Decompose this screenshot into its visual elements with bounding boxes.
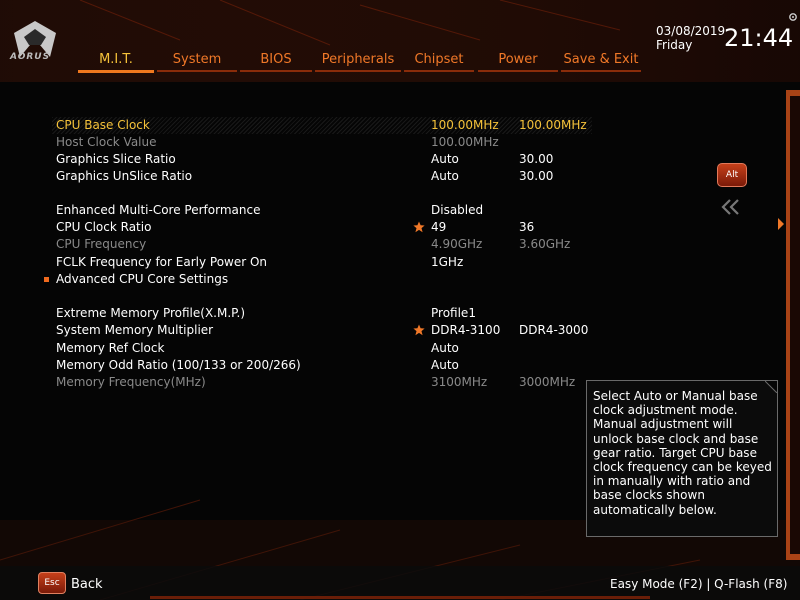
- setting-label: Memory Ref Clock: [56, 341, 165, 355]
- tab-bios[interactable]: BIOS: [240, 50, 312, 72]
- setting-label: System Memory Multiplier: [56, 323, 214, 337]
- setting-label: Graphics Slice Ratio: [56, 152, 176, 166]
- back-label[interactable]: Back: [71, 577, 103, 592]
- scrollbar[interactable]: [778, 90, 784, 560]
- setting-graphics-unslice-ratio[interactable]: Graphics UnSlice Ratio Auto 30.00: [52, 168, 592, 185]
- setting-label: Memory Frequency(MHz): [56, 375, 206, 389]
- alt-button[interactable]: Alt: [717, 163, 747, 187]
- setting-value: 100.00MHz: [431, 135, 499, 149]
- setting-memory-frequency: Memory Frequency(MHz) 3100MHz 3000MHz: [52, 374, 592, 391]
- submenu-advanced-cpu-core-settings[interactable]: Advanced CPU Core Settings: [44, 271, 592, 288]
- setting-value[interactable]: Auto: [431, 340, 459, 357]
- tab-chipset[interactable]: Chipset: [404, 50, 474, 72]
- tab-save-exit[interactable]: Save & Exit: [561, 50, 641, 72]
- setting-label: Enhanced Multi-Core Performance: [56, 203, 261, 217]
- submenu-bullet-icon: [44, 277, 49, 282]
- setting-label: CPU Frequency: [56, 237, 147, 251]
- setting-label: Memory Odd Ratio (100/133 or 200/266): [56, 358, 301, 372]
- setting-value: 4.90GHz: [431, 237, 483, 251]
- clock-display: 21:44: [724, 24, 794, 52]
- setting-host-clock-value: Host Clock Value 100.00MHz: [52, 134, 592, 151]
- setting-current-value: 36: [519, 220, 535, 234]
- setting-cpu-base-clock[interactable]: CPU Base Clock 100.00MHz 100.00MHz: [52, 117, 592, 134]
- setting-current-value: 30.00: [519, 152, 554, 166]
- date-display: 03/08/2019: [656, 24, 726, 38]
- setting-enhanced-multi-core[interactable]: Enhanced Multi-Core Performance Disabled: [52, 202, 592, 219]
- day-display: Friday: [656, 38, 693, 52]
- tab-label: M.I.T.: [99, 52, 133, 67]
- setting-cpu-clock-ratio[interactable]: CPU Clock Ratio 49 36: [52, 219, 592, 236]
- setting-value[interactable]: 100.00MHz: [431, 117, 499, 134]
- setting-label: Advanced CPU Core Settings: [56, 272, 229, 286]
- tab-power[interactable]: Power: [478, 50, 558, 72]
- tab-underline: [315, 70, 401, 72]
- tab-underline: [240, 70, 312, 72]
- tab-underline: [478, 70, 558, 72]
- gear-icon[interactable]: [788, 12, 798, 22]
- tab-label: Save & Exit: [563, 52, 639, 67]
- setting-label: Graphics UnSlice Ratio: [56, 169, 193, 183]
- tab-label: Power: [498, 52, 538, 67]
- help-panel: Select Auto or Manual base clock adjustm…: [586, 380, 778, 537]
- setting-value[interactable]: 49: [431, 219, 446, 236]
- setting-value: 3100MHz: [431, 375, 488, 389]
- setting-graphics-slice-ratio[interactable]: Graphics Slice Ratio Auto 30.00: [52, 151, 592, 168]
- tab-underline: [404, 70, 474, 72]
- help-text: Select Auto or Manual base clock adjustm…: [593, 389, 772, 517]
- setting-current-value: 30.00: [519, 169, 554, 183]
- setting-label: FCLK Frequency for Early Power On: [56, 255, 268, 269]
- setting-memory-ref-clock[interactable]: Memory Ref Clock Auto: [52, 340, 592, 357]
- setting-label: Extreme Memory Profile(X.M.P.): [56, 306, 246, 320]
- star-icon: [413, 324, 425, 336]
- setting-label: CPU Base Clock: [56, 118, 150, 132]
- tab-label: BIOS: [260, 52, 292, 67]
- setting-value[interactable]: 1GHz: [431, 254, 463, 271]
- setting-memory-odd-ratio[interactable]: Memory Odd Ratio (100/133 or 200/266) Au…: [52, 357, 592, 374]
- setting-value[interactable]: Profile1: [431, 305, 476, 322]
- setting-label: Host Clock Value: [56, 135, 157, 149]
- tab-system[interactable]: System: [157, 50, 237, 72]
- setting-value[interactable]: Auto: [431, 168, 459, 185]
- tab-underline: [78, 70, 154, 73]
- tab-peripherals[interactable]: Peripherals: [315, 50, 401, 72]
- logo-text: AORUS: [10, 52, 51, 62]
- setting-current-value: 3000MHz: [519, 375, 576, 389]
- setting-value[interactable]: Auto: [431, 151, 459, 168]
- setting-value[interactable]: Auto: [431, 357, 459, 374]
- setting-system-memory-multiplier[interactable]: System Memory Multiplier DDR4-3100 DDR4-…: [52, 322, 592, 339]
- setting-xmp-profile[interactable]: Extreme Memory Profile(X.M.P.) Profile1: [52, 305, 592, 322]
- setting-value[interactable]: Disabled: [431, 202, 483, 219]
- double-chevron-left-icon[interactable]: [720, 198, 742, 216]
- setting-cpu-frequency: CPU Frequency 4.90GHz 3.60GHz: [52, 236, 592, 253]
- esc-button[interactable]: Esc: [38, 572, 66, 594]
- setting-current-value: 3.60GHz: [519, 237, 571, 251]
- tab-mit[interactable]: M.I.T.: [78, 50, 154, 73]
- tab-underline: [561, 70, 641, 72]
- setting-current-value: 100.00MHz: [519, 118, 587, 132]
- setting-current-value: DDR4-3000: [519, 323, 589, 337]
- tab-label: System: [172, 52, 222, 67]
- footer-shortcuts[interactable]: Easy Mode (F2) | Q-Flash (F8): [610, 577, 787, 591]
- tab-underline: [157, 70, 237, 72]
- setting-fclk-frequency[interactable]: FCLK Frequency for Early Power On 1GHz: [52, 254, 592, 271]
- setting-label: CPU Clock Ratio: [56, 220, 152, 234]
- tab-label: Chipset: [414, 52, 464, 67]
- setting-value[interactable]: DDR4-3100: [431, 322, 500, 339]
- tab-label: Peripherals: [321, 52, 395, 67]
- star-icon: [413, 221, 425, 233]
